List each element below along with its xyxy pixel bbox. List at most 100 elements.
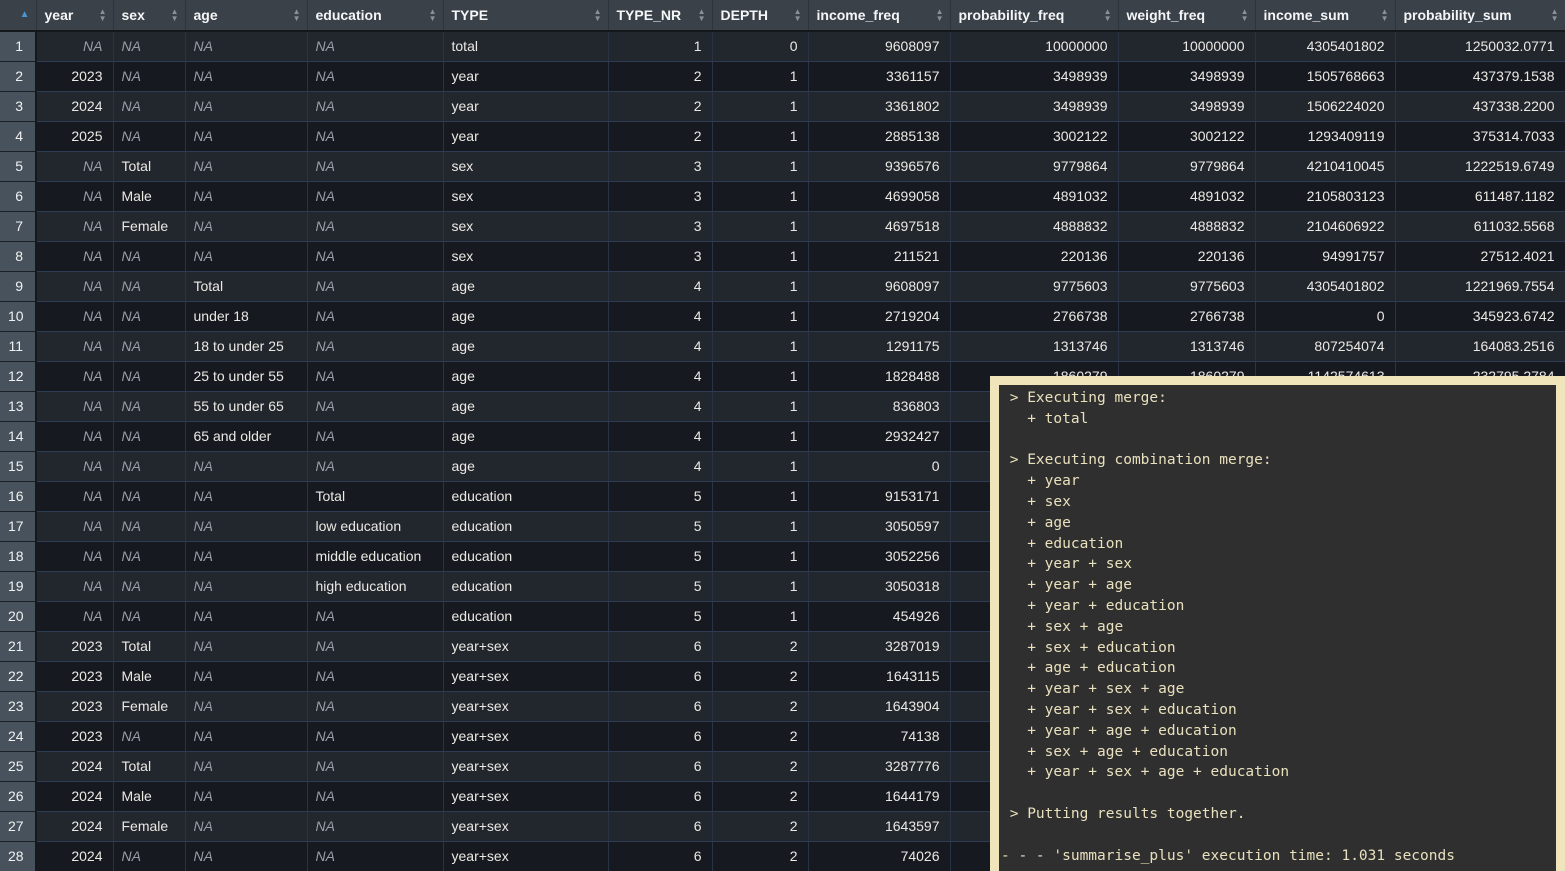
cell-year: NA bbox=[36, 31, 113, 61]
column-header-weight_freq[interactable]: weight_freq▲▼ bbox=[1118, 0, 1255, 31]
cell-age: NA bbox=[185, 691, 307, 721]
cell-weight_freq: 4888832 bbox=[1118, 211, 1255, 241]
cell-education: NA bbox=[307, 421, 443, 451]
sort-both-icon: ▲▼ bbox=[794, 8, 802, 22]
cell-sex: NA bbox=[113, 511, 185, 541]
cell-TYPE_NR: 6 bbox=[608, 751, 712, 781]
cell-weight_freq: 1313746 bbox=[1118, 331, 1255, 361]
cell-education: NA bbox=[307, 661, 443, 691]
row-number: 21 bbox=[0, 631, 36, 661]
cell-TYPE_NR: 5 bbox=[608, 511, 712, 541]
row-number: 6 bbox=[0, 181, 36, 211]
cell-year: NA bbox=[36, 391, 113, 421]
cell-age: 65 and older bbox=[185, 421, 307, 451]
cell-age: NA bbox=[185, 631, 307, 661]
cell-TYPE: age bbox=[443, 451, 608, 481]
row-number: 20 bbox=[0, 601, 36, 631]
cell-DEPTH: 1 bbox=[712, 451, 808, 481]
table-row[interactable]: 22023NANANAyear2133611573498939349893915… bbox=[0, 61, 1565, 91]
cell-probability_sum: 1250032.0771 bbox=[1395, 31, 1565, 61]
table-row[interactable]: 9NANATotalNAage4196080979775603977560343… bbox=[0, 271, 1565, 301]
cell-year: NA bbox=[36, 451, 113, 481]
cell-income_sum: 0 bbox=[1255, 301, 1395, 331]
cell-TYPE: age bbox=[443, 421, 608, 451]
cell-education: NA bbox=[307, 91, 443, 121]
cell-TYPE: year+sex bbox=[443, 751, 608, 781]
row-number: 4 bbox=[0, 121, 36, 151]
row-number: 15 bbox=[0, 451, 36, 481]
table-row[interactable]: 5NATotalNANAsex3193965769779864977986442… bbox=[0, 151, 1565, 181]
cell-education: NA bbox=[307, 361, 443, 391]
row-number: 8 bbox=[0, 241, 36, 271]
row-number: 13 bbox=[0, 391, 36, 421]
table-row[interactable]: 11NANA18 to under 25NAage411291175131374… bbox=[0, 331, 1565, 361]
cell-sex: Male bbox=[113, 661, 185, 691]
cell-TYPE: year+sex bbox=[443, 691, 608, 721]
cell-TYPE_NR: 4 bbox=[608, 421, 712, 451]
column-label: TYPE_NR bbox=[617, 7, 682, 23]
cell-TYPE: sex bbox=[443, 151, 608, 181]
cell-year: 2023 bbox=[36, 631, 113, 661]
column-header-income_sum[interactable]: income_sum▲▼ bbox=[1255, 0, 1395, 31]
table-row[interactable]: 32024NANANAyear2133618023498939349893915… bbox=[0, 91, 1565, 121]
column-header-probability_freq[interactable]: probability_freq▲▼ bbox=[950, 0, 1118, 31]
cell-age: NA bbox=[185, 31, 307, 61]
column-header-sex[interactable]: sex▲▼ bbox=[113, 0, 185, 31]
cell-TYPE: education bbox=[443, 541, 608, 571]
column-label: DEPTH bbox=[721, 7, 768, 23]
cell-weight_freq: 2766738 bbox=[1118, 301, 1255, 331]
cell-sex: Female bbox=[113, 691, 185, 721]
column-header-DEPTH[interactable]: DEPTH ▲▼ bbox=[712, 0, 808, 31]
cell-age: 18 to under 25 bbox=[185, 331, 307, 361]
column-header-TYPE_NR[interactable]: TYPE_NR▲▼ bbox=[608, 0, 712, 31]
row-number: 23 bbox=[0, 691, 36, 721]
cell-education: NA bbox=[307, 691, 443, 721]
cell-sex: NA bbox=[113, 601, 185, 631]
cell-probability_sum: 1222519.6749 bbox=[1395, 151, 1565, 181]
cell-DEPTH: 2 bbox=[712, 811, 808, 841]
cell-sex: Total bbox=[113, 751, 185, 781]
cell-TYPE_NR: 2 bbox=[608, 61, 712, 91]
table-row[interactable]: 10NANAunder 18NAage412719204276673827667… bbox=[0, 301, 1565, 331]
cell-TYPE: year+sex bbox=[443, 781, 608, 811]
cell-income_freq: 4697518 bbox=[808, 211, 950, 241]
cell-income_freq: 3361157 bbox=[808, 61, 950, 91]
cell-TYPE: education bbox=[443, 511, 608, 541]
cell-TYPE: year+sex bbox=[443, 721, 608, 751]
cell-TYPE_NR: 5 bbox=[608, 571, 712, 601]
column-header-probability_sum[interactable]: probability_sum▲▼ bbox=[1395, 0, 1565, 31]
cell-TYPE_NR: 4 bbox=[608, 301, 712, 331]
column-header-education[interactable]: education▲▼ bbox=[307, 0, 443, 31]
table-row[interactable]: 7NAFemaleNANAsex314697518488883248888322… bbox=[0, 211, 1565, 241]
cell-TYPE: sex bbox=[443, 211, 608, 241]
cell-DEPTH: 2 bbox=[712, 661, 808, 691]
row-number: 16 bbox=[0, 481, 36, 511]
table-row[interactable]: 6NAMaleNANAsex31469905848910324891032210… bbox=[0, 181, 1565, 211]
table-row[interactable]: 8NANANANAsex3121152122013622013694991757… bbox=[0, 241, 1565, 271]
cell-income_freq: 3050597 bbox=[808, 511, 950, 541]
row-number: 12 bbox=[0, 361, 36, 391]
cell-income_freq: 2932427 bbox=[808, 421, 950, 451]
cell-DEPTH: 2 bbox=[712, 781, 808, 811]
cell-DEPTH: 1 bbox=[712, 91, 808, 121]
cell-education: NA bbox=[307, 451, 443, 481]
column-header-row_index[interactable]: ▲ bbox=[0, 0, 36, 31]
cell-probability_freq: 10000000 bbox=[950, 31, 1118, 61]
cell-probability_sum: 1221969.7554 bbox=[1395, 271, 1565, 301]
table-row[interactable]: 42025NANANAyear2128851383002122300212212… bbox=[0, 121, 1565, 151]
column-header-age[interactable]: age▲▼ bbox=[185, 0, 307, 31]
cell-income_sum: 4305401802 bbox=[1255, 31, 1395, 61]
cell-probability_sum: 437338.2200 bbox=[1395, 91, 1565, 121]
row-number: 18 bbox=[0, 541, 36, 571]
cell-age: Total bbox=[185, 271, 307, 301]
cell-income_freq: 3052256 bbox=[808, 541, 950, 571]
cell-TYPE_NR: 4 bbox=[608, 391, 712, 421]
table-row[interactable]: 1NANANANAtotal10960809710000000100000004… bbox=[0, 31, 1565, 61]
cell-sex: NA bbox=[113, 91, 185, 121]
column-header-income_freq[interactable]: income_freq▲▼ bbox=[808, 0, 950, 31]
column-header-TYPE[interactable]: TYPE▲▼ bbox=[443, 0, 608, 31]
cell-weight_freq: 3498939 bbox=[1118, 91, 1255, 121]
column-header-year[interactable]: year▲▼ bbox=[36, 0, 113, 31]
cell-year: NA bbox=[36, 511, 113, 541]
cell-age: NA bbox=[185, 811, 307, 841]
